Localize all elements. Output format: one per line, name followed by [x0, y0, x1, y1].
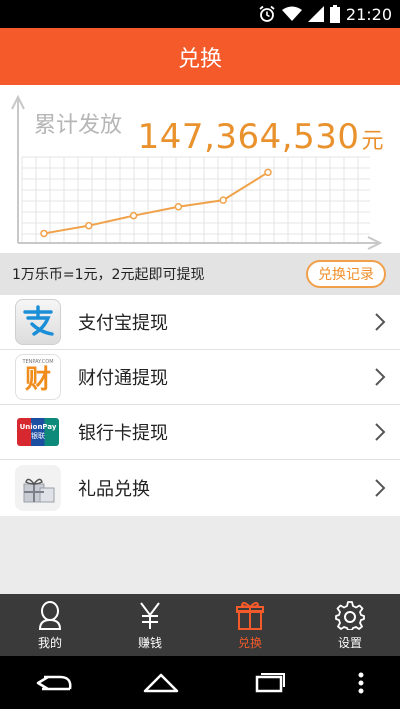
gear-icon: [335, 600, 365, 630]
data-point: [219, 196, 227, 204]
alipay-icon: [15, 299, 61, 345]
recents-button[interactable]: [239, 663, 299, 703]
data-point: [264, 168, 272, 177]
unionpay-text: UnionPay: [19, 423, 57, 431]
payout-chart-panel: 累计发放 147,364,530元: [0, 85, 400, 253]
chevron-right-icon: [375, 368, 386, 386]
data-point: [174, 203, 183, 211]
alarm-icon: [258, 5, 276, 23]
tab-label-exchange: 兑换: [237, 635, 262, 650]
menu-item-alipay[interactable]: 支付宝提现: [0, 295, 400, 350]
total-amount: 147,364,530: [137, 117, 360, 157]
total-unit: 元: [361, 129, 384, 154]
data-point: [40, 229, 48, 238]
exchange-record-button[interactable]: 兑换记录: [306, 260, 386, 288]
unionpay-icon: UnionPay 银联: [15, 409, 61, 455]
page-title: 兑换: [177, 46, 222, 72]
menu-item-tenpay[interactable]: TENPAY.COM 财 财付通提现: [0, 350, 400, 405]
exchange-rule-text: 1万乐币=1元，2元起即可提现: [12, 267, 205, 283]
chevron-right-icon: [375, 479, 386, 497]
back-button[interactable]: [24, 663, 84, 703]
tab-mine[interactable]: 我的: [0, 594, 100, 656]
menu-item-gift[interactable]: 礼品兑换: [0, 460, 400, 516]
tab-earn[interactable]: 赚钱: [100, 594, 200, 656]
home-icon: [144, 673, 179, 692]
menu-label-gift: 礼品兑换: [78, 479, 150, 500]
withdraw-menu: 支付宝提现 TENPAY.COM 财 财付通提现 UnionPay 银联 银行卡…: [0, 295, 400, 516]
tab-label-settings: 设置: [337, 635, 362, 650]
bottom-tab-bar: 我的 赚钱 兑换 设置: [0, 594, 400, 656]
chevron-right-icon: [375, 313, 386, 331]
system-nav-bar: [0, 656, 400, 709]
title-bar: 兑换: [0, 28, 400, 85]
chevron-right-icon: [375, 423, 386, 441]
tab-settings[interactable]: 设置: [300, 594, 400, 656]
cumulative-label: 累计发放: [34, 113, 123, 138]
menu-label-alipay: 支付宝提现: [78, 313, 168, 334]
tab-exchange[interactable]: 兑换: [200, 594, 300, 656]
more-vertical-icon: [358, 672, 364, 693]
menu-label-tenpay: 财付通提现: [78, 368, 168, 389]
yen-icon: [140, 601, 160, 629]
exchange-rule-bar: 1万乐币=1元，2元起即可提现 兑换记录: [0, 253, 400, 295]
signal-icon: [307, 6, 324, 22]
status-time: 21:20: [345, 4, 392, 24]
unionpay-caption: 银联: [31, 432, 45, 440]
gift-icon: [236, 601, 264, 630]
overflow-menu-button[interactable]: [346, 663, 376, 703]
menu-item-bankcard[interactable]: UnionPay 银联 银行卡提现: [0, 405, 400, 460]
recents-icon: [255, 672, 285, 692]
data-point: [129, 211, 138, 220]
wifi-icon: [281, 6, 302, 22]
home-button[interactable]: [131, 663, 191, 703]
menu-label-bankcard: 银行卡提现: [78, 423, 168, 444]
tenpay-glyph: 财: [24, 365, 51, 395]
person-icon: [38, 600, 62, 630]
cumulative-total: 147,364,530元: [138, 117, 384, 157]
tab-label-earn: 赚钱: [137, 635, 162, 650]
tenpay-icon: TENPAY.COM 财: [15, 354, 61, 400]
status-bar: 21:20: [0, 0, 400, 28]
battery-icon: [329, 5, 340, 23]
data-point: [85, 221, 93, 230]
gift-box-icon: [15, 465, 61, 511]
back-icon: [36, 675, 72, 690]
tab-label-mine: 我的: [37, 635, 62, 650]
